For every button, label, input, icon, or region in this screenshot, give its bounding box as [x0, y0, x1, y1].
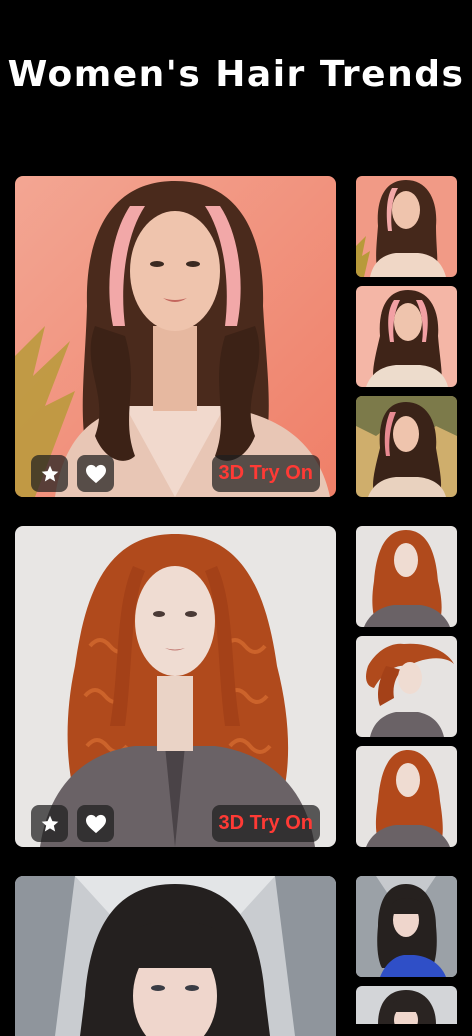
hairstyle-card-copper-curls[interactable]: 3D Try On: [15, 526, 336, 847]
thumbnail-bangs-2[interactable]: [356, 986, 457, 1024]
portrait-image: [15, 526, 336, 847]
star-icon: [41, 815, 58, 831]
portrait-image: [356, 876, 457, 977]
portrait-image: [356, 526, 457, 627]
star-icon: [41, 465, 58, 481]
like-heart-button[interactable]: [77, 805, 114, 842]
portrait-image: [15, 876, 336, 1036]
portrait-image: [15, 176, 336, 497]
portrait-image: [356, 986, 457, 1024]
favorite-star-button[interactable]: [31, 455, 68, 492]
thumbnail-copper-3[interactable]: [356, 746, 457, 847]
portrait-image: [356, 396, 457, 497]
portrait-image: [356, 746, 457, 847]
hairstyle-card-pink-highlights[interactable]: 3D Try On: [15, 176, 336, 497]
thumbnail-pink-2[interactable]: [356, 286, 457, 387]
page-title: Women's Hair Trends: [7, 54, 465, 95]
thumbnail-bangs-1[interactable]: [356, 876, 457, 977]
3d-try-on-button[interactable]: 3D Try On: [211, 805, 320, 842]
portrait-image: [356, 636, 457, 737]
favorite-star-button[interactable]: [31, 805, 68, 842]
heart-icon: [85, 464, 106, 483]
thumbnail-pink-1[interactable]: [356, 176, 457, 277]
hairstyle-card-dark-bangs[interactable]: [15, 876, 336, 1036]
like-heart-button[interactable]: [77, 455, 114, 492]
heart-icon: [85, 814, 106, 833]
portrait-image: [356, 176, 457, 277]
3d-try-on-button[interactable]: 3D Try On: [211, 455, 320, 492]
thumbnail-copper-2[interactable]: [356, 636, 457, 737]
portrait-image: [356, 286, 457, 387]
thumbnail-pink-3[interactable]: [356, 396, 457, 497]
thumbnail-copper-1[interactable]: [356, 526, 457, 627]
